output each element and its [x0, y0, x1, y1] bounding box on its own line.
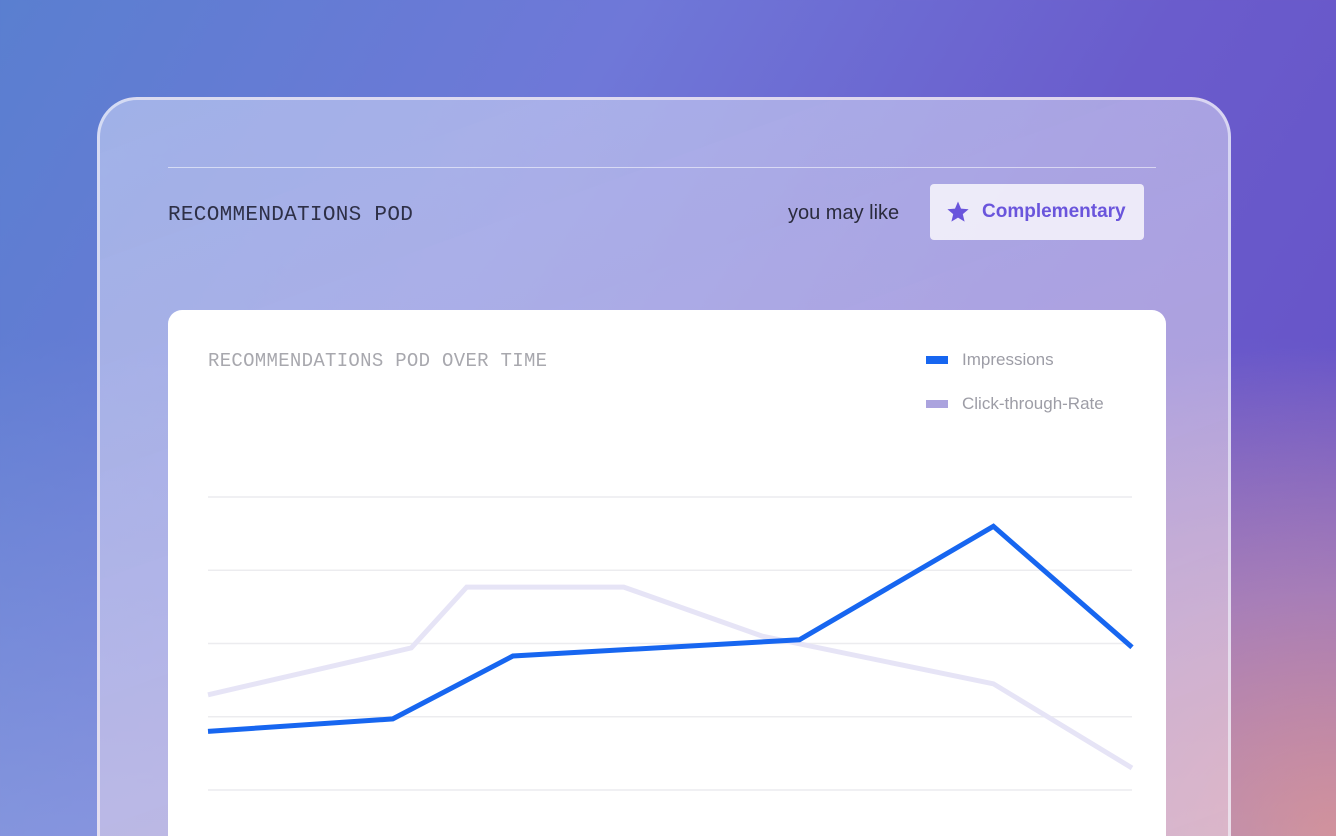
complementary-button-label: Complementary: [982, 201, 1126, 222]
star-icon: [946, 200, 970, 224]
complementary-button[interactable]: Complementary: [930, 184, 1144, 240]
pod-title: RECOMMENDATIONS POD: [168, 204, 414, 227]
may-like-label: you may like: [788, 202, 900, 224]
chart-card: RECOMMENDATIONS POD OVER TIME Impression…: [168, 310, 1166, 836]
panel-divider: [168, 167, 1156, 168]
impressions-line: [207, 523, 1134, 734]
ctr-line: [207, 584, 1134, 771]
line-chart: [207, 496, 1134, 791]
